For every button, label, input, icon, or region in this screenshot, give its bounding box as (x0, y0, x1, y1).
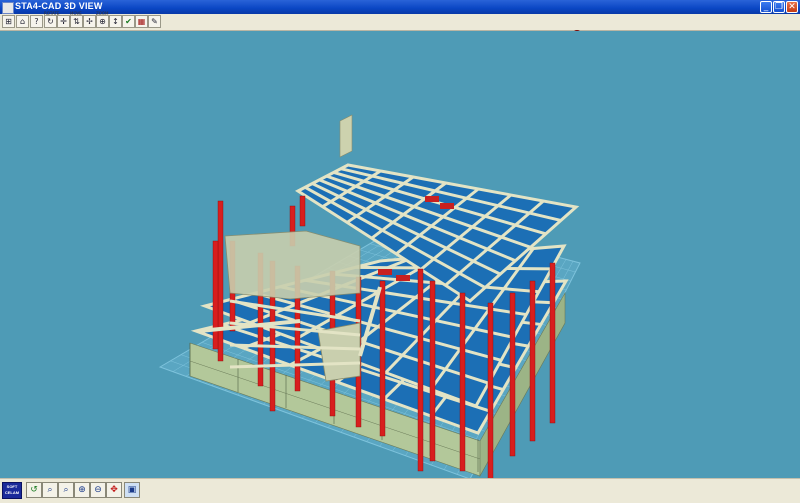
zoom-window-button[interactable]: ⌕ (58, 482, 74, 498)
toolbar-button-help[interactable]: ? (30, 15, 43, 28)
close-button[interactable]: ✕ (786, 1, 798, 13)
highlight-cell (440, 203, 454, 209)
building-icon: ⌂ (19, 17, 26, 26)
column (509, 292, 516, 457)
zoom-out-button[interactable]: ⊖ (90, 482, 106, 498)
refresh-button[interactable]: ↺ (26, 482, 42, 498)
toolbar-button-move-arrows[interactable]: ✢ (83, 15, 96, 28)
plan-view-button[interactable]: ▣ (124, 482, 140, 498)
move-arrows-icon: ✢ (86, 17, 93, 26)
zoom-vertical-icon: ↕ (112, 17, 119, 26)
softcelam-logo: SOFT CELAM (2, 482, 22, 499)
rotate-icon: ↻ (47, 17, 54, 26)
column (417, 268, 424, 472)
toolbar-button-zoom[interactable]: ZOOM ⊕ (96, 11, 109, 28)
toolbar-button-check[interactable]: ✔ (122, 15, 135, 28)
pan-button[interactable]: ✥ (106, 482, 122, 498)
zoom-out-icon: ⊖ (94, 485, 102, 495)
toolbar-button-building[interactable]: ⌂ (16, 15, 29, 28)
edit-icon: ✎ (151, 17, 158, 26)
zoom-all-icon: ⌕ (47, 485, 53, 495)
column (487, 302, 494, 478)
zoom-all-button[interactable]: ⌕ (42, 482, 58, 498)
move-cross-icon: ✛ (60, 17, 67, 26)
toolbar-button-zoom-vertical[interactable]: ↕ (109, 15, 122, 28)
toolbar-button-edit[interactable]: ✎ (148, 15, 161, 28)
zoom-icon: ⊕ (99, 17, 106, 26)
column (299, 195, 306, 227)
highlight-cell (396, 275, 410, 281)
pan-icon: ✥ (110, 485, 118, 495)
3d-viewport[interactable] (0, 31, 800, 478)
title-bar: STA4-CAD 3D VIEW _ ❐ ✕ (0, 0, 800, 14)
refresh-icon: ↺ (30, 485, 38, 495)
toolbar-button-move[interactable]: MOVE ⇅ (70, 11, 83, 28)
app-icon[interactable] (2, 2, 14, 14)
help-icon: ? (34, 17, 39, 26)
toolbar: ⊞ ⌂ ? ROTATE ↻ ✛ MOVE ⇅ ✢ ZOOM ⊕ ↕ ✔ ▦ ✎ (0, 11, 800, 40)
highlight-cell (378, 269, 392, 275)
plan-view-icon: ▣ (127, 485, 137, 495)
roof-stub (339, 114, 353, 158)
restore-button[interactable]: ❐ (773, 1, 785, 13)
zoom-window-icon: ⌕ (63, 485, 69, 495)
window-title: STA4-CAD 3D VIEW (15, 1, 103, 11)
toolbar-button-hierarchy[interactable]: ⊞ (2, 15, 15, 28)
zoom-in-icon: ⊕ (78, 485, 86, 495)
highlight-cell (425, 196, 439, 202)
column (379, 280, 386, 437)
move-icon: ⇅ (73, 17, 80, 26)
move-caption: MOVE (70, 11, 82, 16)
3d-model-scene[interactable] (0, 31, 800, 478)
column (549, 262, 556, 424)
column (217, 200, 224, 362)
hierarchy-icon: ⊞ (5, 17, 12, 26)
toolbar-button-layers[interactable]: ▦ (135, 15, 148, 28)
zoom-in-button[interactable]: ⊕ (74, 482, 90, 498)
column (212, 240, 219, 350)
check-icon: ✔ (125, 17, 132, 26)
column (529, 280, 536, 442)
toolbar-button-move-cross[interactable]: ✛ (57, 15, 70, 28)
toolbar-button-rotate[interactable]: ROTATE ↻ (44, 12, 59, 28)
column (459, 292, 466, 472)
stair-wall (224, 230, 361, 300)
zoom-caption: ZOOM (96, 11, 109, 16)
column (429, 280, 436, 462)
minimize-button[interactable]: _ (760, 1, 772, 13)
layers-icon: ▦ (137, 17, 146, 26)
status-bar: SOFT CELAM ↺ ⌕ ⌕ ⊕ ⊖ ✥ ▣ (0, 478, 800, 503)
